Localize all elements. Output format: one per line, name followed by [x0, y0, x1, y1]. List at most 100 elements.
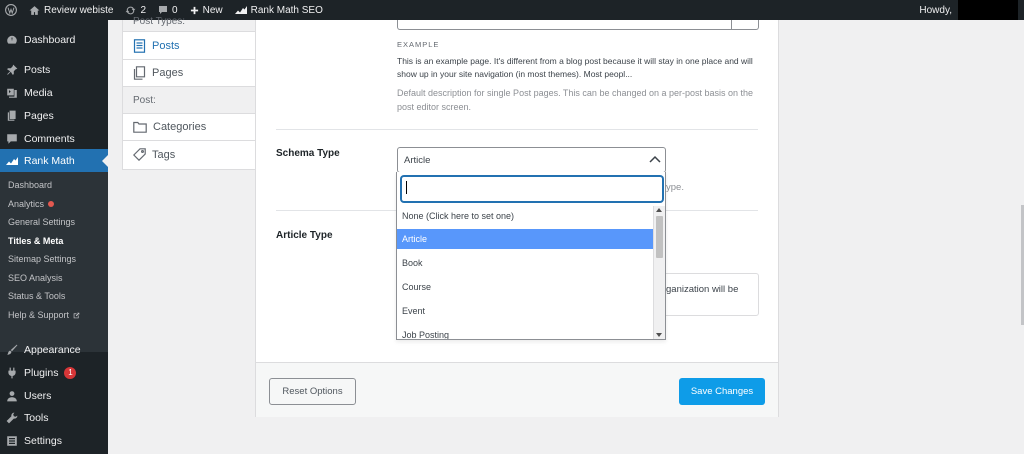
sidebar-item-pages[interactable]: Pages — [0, 104, 108, 127]
plus-icon — [190, 6, 198, 14]
sidebar-item-media[interactable]: Media — [0, 81, 108, 104]
sidebar-item-label: Settings — [24, 434, 62, 447]
dropdown-option-course[interactable]: Course — [397, 277, 654, 297]
submenu-item-label: Titles & Meta — [8, 236, 64, 246]
tab-label: Pages — [152, 67, 184, 79]
sidebar-item-tools[interactable]: Tools — [0, 406, 108, 429]
text-cursor — [406, 181, 407, 194]
wrench-icon — [6, 412, 18, 423]
new-content-menu[interactable]: New — [184, 0, 229, 20]
dropdown-option-article[interactable]: Article — [397, 229, 654, 249]
schema-type-select[interactable]: Article — [397, 147, 666, 173]
submenu-item-seo-analysis[interactable]: SEO Analysis — [8, 273, 63, 283]
dropdown-option-book[interactable]: Book — [397, 253, 654, 273]
sidebar-item-label: Rank Math — [24, 154, 75, 167]
post-type-tabs: Post Types: Posts Pages Post: Categories… — [122, 16, 256, 170]
submenu-item-titles-meta[interactable]: Titles & Meta — [8, 236, 63, 246]
settings-icon — [7, 435, 17, 446]
submenu-item-analytics[interactable]: Analytics — [8, 199, 55, 209]
schema-type-selected-value: Article — [404, 154, 431, 166]
sidebar-item-appearance[interactable]: Appearance — [0, 338, 108, 361]
tab-group-header-post: Post: — [123, 87, 255, 114]
new-label: New — [202, 4, 223, 16]
submenu-item-label: Analytics — [8, 199, 45, 209]
comment-icon — [7, 133, 17, 144]
submenu-item-help-support[interactable]: Help & Support — [8, 310, 80, 320]
description-textarea[interactable] — [397, 20, 759, 30]
pin-icon — [7, 64, 18, 75]
sidebar-item-label: Posts — [24, 63, 51, 76]
submenu-item-label: Status & Tools — [8, 291, 66, 301]
sidebar-item-label: Plugins — [24, 366, 59, 379]
tab-posts[interactable]: Posts — [123, 32, 255, 60]
users-icon — [7, 390, 17, 401]
dropdown-scrollbar[interactable] — [653, 206, 665, 339]
tab-label: Tags — [152, 148, 176, 161]
dropdown-option-none[interactable]: None (Click here to set one) — [397, 206, 654, 226]
reset-options-button[interactable]: Reset Options — [269, 378, 356, 405]
sidebar-item-label: Tools — [24, 411, 49, 424]
external-link-icon — [73, 312, 80, 318]
updates-count: 2 — [140, 4, 147, 16]
sidebar-item-comments[interactable]: Comments — [0, 127, 108, 150]
sidebar-item-label: Users — [24, 389, 52, 402]
submenu-item-status-tools[interactable]: Status & Tools — [8, 291, 65, 301]
sidebar-item-users[interactable]: Users — [0, 384, 108, 407]
sidebar-item-posts[interactable]: Posts — [0, 58, 108, 81]
save-changes-button[interactable]: Save Changes — [679, 378, 765, 405]
sidebar-item-settings[interactable]: Settings — [0, 429, 108, 452]
submenu-item-dashboard[interactable]: Dashboard — [8, 180, 52, 190]
dropdown-option-event[interactable]: Event — [397, 301, 654, 321]
sidebar-item-label: Media — [24, 86, 53, 99]
submenu-item-label: General Settings — [8, 217, 76, 227]
redacted-username — [958, 0, 1018, 20]
tag-icon — [133, 148, 146, 161]
schema-type-dropdown: None (Click here to set one) Article Boo… — [396, 172, 666, 340]
folder-icon — [133, 121, 147, 133]
tab-tags[interactable]: Tags — [123, 141, 255, 168]
divider — [276, 129, 758, 130]
wp-logo-menu[interactable] — [0, 0, 23, 20]
description-help-text: Default description for single Post page… — [397, 88, 754, 112]
brush-icon — [7, 344, 18, 355]
sidebar-item-label: Pages — [24, 109, 54, 122]
tab-label: Categories — [153, 121, 207, 133]
site-name: Review webiste — [44, 4, 114, 16]
tab-pages[interactable]: Pages — [123, 60, 255, 87]
tab-categories[interactable]: Categories — [123, 114, 255, 141]
plugins-update-badge: 1 — [64, 366, 77, 379]
my-account-menu[interactable]: Howdy, — [913, 0, 958, 20]
article-type-label: Article Type — [276, 230, 333, 241]
sidebar-item-label: Appearance — [24, 343, 81, 356]
dropdown-scrollbar-thumb[interactable] — [656, 216, 663, 258]
dropdown-option-job-posting[interactable]: Job Posting — [397, 325, 654, 339]
tab-group-header-post-types: Post Types: — [123, 16, 255, 32]
dropdown-search-input[interactable] — [401, 176, 663, 202]
plugin-icon — [8, 367, 16, 378]
sidebar-item-rank-math[interactable]: Rank Math — [0, 149, 108, 172]
submenu-item-label: Help & Support — [8, 310, 70, 320]
submenu-item-label: Sitemap Settings — [8, 254, 77, 264]
sidebar-item-plugins[interactable]: Plugins 1 — [0, 361, 108, 384]
admin-sidebar: Dashboard Posts Media Pages Comments Ran… — [0, 20, 108, 454]
notification-dot — [48, 201, 55, 207]
chevron-up-icon — [649, 155, 661, 163]
article-type-notice-text: ganization will be — [666, 284, 739, 295]
rankmath-label: Rank Math SEO — [250, 4, 323, 16]
scroll-up-arrow-icon[interactable] — [656, 208, 662, 212]
sidebar-item-label: Dashboard — [24, 33, 76, 46]
dashboard-icon — [7, 35, 17, 44]
site-name-menu[interactable]: Review webiste — [23, 0, 119, 20]
sidebar-item-dashboard[interactable]: Dashboard — [0, 28, 108, 51]
rankmath-adminbar-menu[interactable]: Rank Math SEO — [229, 0, 329, 20]
scroll-down-arrow-icon[interactable] — [656, 333, 662, 337]
submenu-item-label: Dashboard — [8, 180, 53, 190]
wordpress-logo-icon — [5, 4, 17, 16]
example-preview-text: This is an example page. It's different … — [397, 56, 753, 79]
rank-math-submenu: Dashboard Analytics General Settings Tit… — [0, 172, 108, 352]
submenu-item-sitemap-settings[interactable]: Sitemap Settings — [8, 254, 76, 264]
comment-icon — [159, 6, 168, 14]
rankmath-icon — [234, 6, 247, 14]
submenu-item-general-settings[interactable]: General Settings — [8, 217, 75, 227]
schema-type-label: Schema Type — [276, 148, 340, 159]
